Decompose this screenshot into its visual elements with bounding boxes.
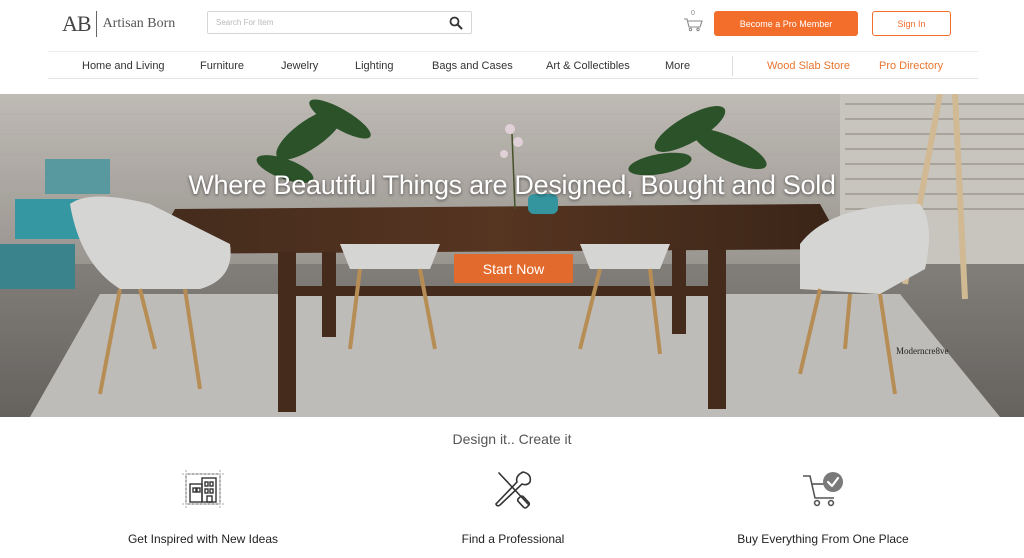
cart-check-icon — [803, 472, 843, 507]
nav-item-art-and-collectibles[interactable]: Art & Collectibles — [546, 60, 630, 72]
nav-item-jewelry[interactable]: Jewelry — [281, 60, 318, 72]
feature-label: Buy Everything From One Place — [737, 532, 909, 546]
cart-button[interactable]: 0 — [683, 10, 705, 32]
section-tagline: Design it.. Create it — [452, 431, 572, 447]
feature-label: Find a Professional — [461, 532, 565, 546]
nav-item-more[interactable]: More — [665, 60, 690, 72]
search-input[interactable] — [208, 12, 438, 33]
cart-icon — [684, 18, 703, 32]
photo-watermark: Moderncre8ve — [896, 346, 949, 356]
site-logo[interactable]: AB Artisan Born — [62, 10, 175, 38]
hero-banner: Where Beautiful Things are Designed, Bou… — [0, 94, 1024, 417]
search-icon[interactable] — [449, 16, 463, 30]
feature-find-professional[interactable]: Find a Professional — [383, 468, 643, 546]
logo-mark: AB — [62, 11, 92, 36]
become-pro-member-button[interactable]: Become a Pro Member — [714, 11, 858, 36]
site-header: AB Artisan Born 0 Become a Pro Member Si… — [0, 0, 1024, 48]
nav-item-bags-and-cases[interactable]: Bags and Cases — [432, 60, 513, 72]
nav-item-furniture[interactable]: Furniture — [200, 60, 244, 72]
nav-item-lighting[interactable]: Lighting — [355, 60, 394, 72]
hero-title: Where Beautiful Things are Designed, Bou… — [188, 170, 836, 200]
search-box — [207, 11, 472, 34]
feature-label: Get Inspired with New Ideas — [127, 532, 279, 546]
nav-item-wood-slab-store[interactable]: Wood Slab Store — [767, 60, 850, 72]
tools-icon — [495, 471, 532, 509]
logo-divider — [95, 11, 97, 37]
logo-text: Artisan Born — [102, 16, 176, 31]
nav-divider — [732, 56, 733, 76]
category-nav: Home and Living Furniture Jewelry Lighti… — [48, 51, 978, 79]
feature-buy-everything[interactable]: Buy Everything From One Place — [693, 468, 953, 546]
nav-item-pro-directory[interactable]: Pro Directory — [879, 60, 943, 72]
sign-in-button[interactable]: Sign In — [872, 11, 951, 36]
nav-item-home-and-living[interactable]: Home and Living — [82, 60, 165, 72]
blueprint-building-icon — [182, 470, 224, 508]
feature-get-inspired[interactable]: Get Inspired with New Ideas — [73, 468, 333, 546]
start-now-button[interactable]: Start Now — [454, 254, 573, 283]
